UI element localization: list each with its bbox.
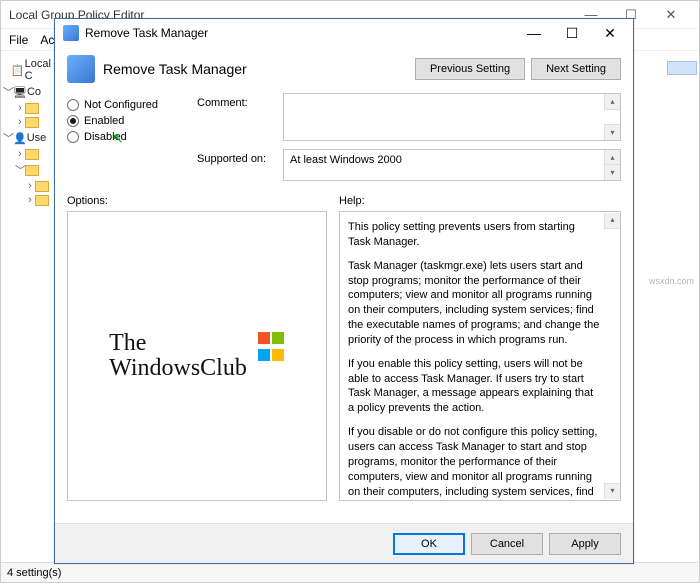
help-box: This policy setting prevents users from … [339, 211, 621, 501]
radio-disabled[interactable]: Disabled [67, 131, 183, 143]
dialog-heading: Remove Task Manager [103, 61, 409, 77]
help-paragraph: If you disable or do not configure this … [348, 425, 600, 501]
comment-input[interactable]: ▴ ▾ [283, 93, 621, 141]
tree-panel: 📋 Local C ﹀🖥 Co › › ﹀👤 Use › ﹀ › › [1, 53, 57, 562]
supported-value: At least Windows 2000 [290, 154, 402, 166]
folder-icon [35, 195, 49, 206]
status-bar: 4 setting(s) [1, 562, 699, 582]
next-setting-button[interactable]: Next Setting [531, 58, 621, 80]
scroll-up-icon[interactable]: ▴ [604, 94, 620, 110]
dialog-footer: OK Cancel Apply [55, 523, 633, 563]
comment-label: Comment: [197, 93, 283, 109]
tree-leaf[interactable]: › [3, 115, 54, 129]
options-box: The WindowsClub [67, 211, 327, 501]
folder-icon [25, 165, 39, 176]
fields-column: Comment: ▴ ▾ Supported on: At least Wind… [197, 93, 621, 189]
cancel-button[interactable]: Cancel [471, 533, 543, 555]
policy-dialog: Remove Task Manager ― ☐ ✕ Remove Task Ma… [54, 18, 634, 564]
policy-icon [63, 25, 79, 41]
list-selection [667, 61, 697, 75]
dialog-header: Remove Task Manager Previous Setting Nex… [67, 55, 621, 83]
folder-icon [25, 149, 39, 160]
options-column: Options: The WindowsClub [67, 195, 327, 501]
help-label: Help: [339, 195, 621, 207]
options-label: Options: [67, 195, 327, 207]
radio-not-configured[interactable]: Not Configured [67, 99, 183, 111]
tree-node-computer[interactable]: ﹀🖥 Co [3, 83, 54, 101]
dialog-titlebar[interactable]: Remove Task Manager ― ☐ ✕ [55, 19, 633, 47]
radio-icon [67, 131, 79, 143]
scroll-up-icon[interactable]: ▴ [604, 213, 620, 229]
tree-leaf[interactable]: › [3, 179, 54, 193]
dialog-close-icon[interactable]: ✕ [591, 25, 629, 42]
scroll-down-icon[interactable]: ▾ [604, 483, 620, 499]
help-column: Help: This policy setting prevents users… [339, 195, 621, 501]
help-paragraph: If you enable this policy setting, users… [348, 357, 600, 416]
folder-icon [35, 181, 49, 192]
tree-leaf[interactable]: › [3, 193, 54, 207]
policy-icon-large [67, 55, 95, 83]
comment-row: Comment: ▴ ▾ [197, 93, 621, 141]
config-section: Not Configured Enabled Disabled Comment:… [67, 93, 621, 189]
previous-setting-button[interactable]: Previous Setting [415, 58, 525, 80]
radio-enabled[interactable]: Enabled [67, 115, 183, 127]
state-radiogroup: Not Configured Enabled Disabled [67, 93, 183, 147]
radio-icon [67, 115, 79, 127]
tree-leaf[interactable]: › [3, 147, 54, 161]
dialog-title-text: Remove Task Manager [85, 26, 515, 40]
radio-icon [67, 99, 79, 111]
supported-label: Supported on: [197, 149, 283, 165]
supported-row: Supported on: At least Windows 2000 ▴ ▾ [197, 149, 621, 181]
tree-root[interactable]: 📋 Local C [3, 57, 54, 83]
windows-flag-icon [257, 331, 285, 365]
dialog-minimize-icon[interactable]: ― [515, 25, 553, 41]
scroll-down-icon[interactable]: ▾ [604, 124, 620, 140]
scroll-down-icon[interactable]: ▾ [604, 164, 620, 180]
tree-node-user[interactable]: ﹀👤 Use [3, 129, 54, 147]
details-section: Options: The WindowsClub [67, 195, 621, 501]
tree-leaf[interactable]: › [3, 101, 54, 115]
dialog-body: Remove Task Manager Previous Setting Nex… [55, 47, 633, 501]
ok-button[interactable]: OK [393, 533, 465, 555]
watermark: wsxdn.com [649, 276, 694, 286]
logo-text: The WindowsClub [109, 331, 247, 381]
folder-icon [25, 103, 39, 114]
dialog-maximize-icon[interactable]: ☐ [553, 25, 591, 42]
apply-button[interactable]: Apply [549, 533, 621, 555]
menu-file[interactable]: File [9, 33, 28, 47]
close-icon[interactable]: ✕ [651, 1, 691, 29]
logo: The WindowsClub [109, 331, 285, 381]
folder-icon [25, 117, 39, 128]
supported-box: At least Windows 2000 ▴ ▾ [283, 149, 621, 181]
tree-leaf[interactable]: ﹀ [3, 161, 54, 179]
help-paragraph: This policy setting prevents users from … [348, 220, 600, 250]
help-paragraph: Task Manager (taskmgr.exe) lets users st… [348, 259, 600, 348]
